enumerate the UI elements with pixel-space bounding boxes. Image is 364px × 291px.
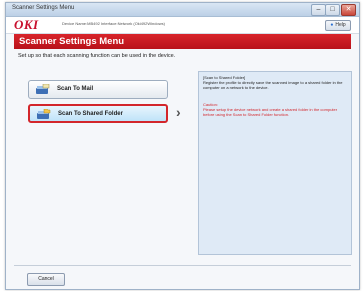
help-icon: ●: [330, 22, 334, 28]
scan-to-mail-button[interactable]: Scan To Mail: [28, 80, 168, 99]
close-button[interactable]: ✕: [341, 4, 356, 16]
scan-to-shared-folder-label: Scan To Shared Folder: [58, 111, 123, 117]
device-name: Device Name:MB492 Interface:Network (Oki…: [62, 21, 165, 26]
app-window: Scanner Settings Menu – □ ✕ OKI Device N…: [5, 2, 360, 290]
info-description: Register the profile to directly save th…: [203, 80, 343, 90]
scanner-folder-icon: [37, 109, 51, 119]
intro-text: Set up so that each scanning function ca…: [18, 53, 176, 59]
footer-divider: [14, 265, 351, 266]
title-bar: Scanner Settings Menu – □ ✕: [6, 3, 359, 17]
window-title: Scanner Settings Menu: [12, 5, 75, 11]
scanner-mail-icon: [36, 84, 50, 94]
chevron-right-icon: ›: [176, 104, 181, 120]
caution-text: Please setup the device network and crea…: [203, 107, 338, 117]
minimize-button[interactable]: –: [311, 4, 326, 16]
help-label: Help: [335, 22, 346, 28]
oki-logo: OKI: [14, 17, 39, 32]
info-panel: [Scan to Shared Folder] Register the pro…: [198, 71, 352, 255]
maximize-button[interactable]: □: [325, 4, 340, 16]
app-header: OKI Device Name:MB492 Interface:Network …: [6, 17, 359, 34]
scan-to-mail-label: Scan To Mail: [57, 86, 94, 92]
cancel-button[interactable]: Cancel: [27, 273, 65, 286]
help-button[interactable]: ● Help: [325, 20, 351, 31]
scan-to-shared-folder-button[interactable]: Scan To Shared Folder: [28, 104, 168, 123]
menu-title-bar: Scanner Settings Menu: [14, 34, 351, 49]
